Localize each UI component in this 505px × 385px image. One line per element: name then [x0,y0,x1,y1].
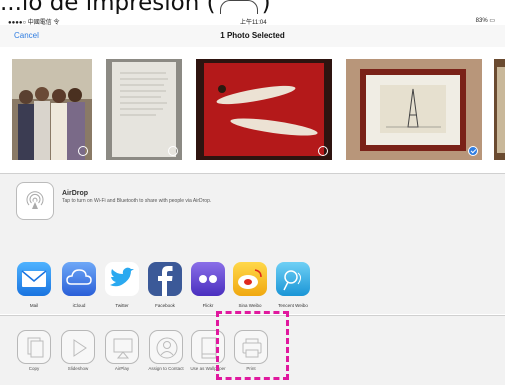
action-slideshow[interactable]: Slideshow [60,330,96,372]
share-app-label: Mail [29,303,39,308]
photo-thumbnail[interactable] [494,59,505,160]
share-app-sina-weibo[interactable]: Sina Weibo [232,262,268,308]
group-photo-image [12,59,92,160]
contact-icon [149,330,183,364]
airdrop-subtitle: Tap to turn on Wi-Fi and Bluetooth to sh… [62,198,212,204]
twitter-icon [105,262,139,296]
action-airplay[interactable]: AirPlay [104,330,140,372]
selection-circle[interactable] [78,146,88,156]
copy-icon [17,330,51,364]
share-app-twitter[interactable]: Twitter [104,262,140,308]
play-icon [61,330,95,364]
share-app-flickr[interactable]: Flickr [190,262,226,308]
print-highlight-box [216,311,289,380]
selected-checkmark-icon[interactable] [468,146,478,156]
eiffel-print-photo-image [346,59,482,160]
share-app-facebook[interactable]: Facebook [147,262,183,308]
painting-photo-image [196,59,332,160]
share-apps-row: Mail iCloud Twitter Facebook Flickr Sina… [0,254,505,314]
share-app-label: Facebook [155,303,175,308]
battery-indicator: 83% ▭ [475,18,495,24]
photo-thumbnail[interactable] [106,59,182,160]
photo-thumbnail[interactable] [196,59,332,160]
airdrop-title: AirDrop [62,190,89,197]
photo-thumbnail[interactable] [12,59,92,160]
action-label: Copy [28,366,40,371]
partial-photo-image [494,59,505,160]
share-app-mail[interactable]: Mail [16,262,52,308]
document-photo-image [106,59,182,160]
share-app-label: Tencent Weibo [278,303,308,308]
share-app-label: iCloud [72,303,86,308]
page-caption: ...io de impresión () [0,0,505,15]
action-copy[interactable]: Copy [16,330,52,372]
tencent-weibo-icon [276,262,310,296]
action-label: Assign to Contact [148,366,184,371]
airdrop-section[interactable]: AirDrop Tap to turn on Wi-Fi and Bluetoo… [0,174,505,254]
selection-circle[interactable] [318,146,328,156]
page-title: 1 Photo Selected [220,31,285,40]
share-app-tencent-weibo[interactable]: Tencent Weibo [275,262,311,308]
selection-circle[interactable] [168,146,178,156]
airdrop-icon[interactable] [16,182,54,220]
cloud-icon [62,262,96,296]
flickr-icon [191,262,225,296]
airplay-icon [105,330,139,364]
action-label: AirPlay [114,366,130,371]
action-label: Slideshow [67,366,89,371]
share-app-label: Twitter [115,303,129,308]
nav-bar: Cancel 1 Photo Selected [0,25,505,47]
share-app-label: Flickr [202,303,214,308]
action-assign-contact[interactable]: Assign to Contact [148,330,184,372]
photo-strip[interactable] [0,47,505,173]
photo-thumbnail-selected[interactable] [346,59,482,160]
share-app-icloud[interactable]: iCloud [61,262,97,308]
share-app-label: Sina Weibo [238,303,262,308]
weibo-icon [233,262,267,296]
print-symbol-icon [219,0,258,15]
facebook-icon [148,262,182,296]
mail-icon [17,262,51,296]
